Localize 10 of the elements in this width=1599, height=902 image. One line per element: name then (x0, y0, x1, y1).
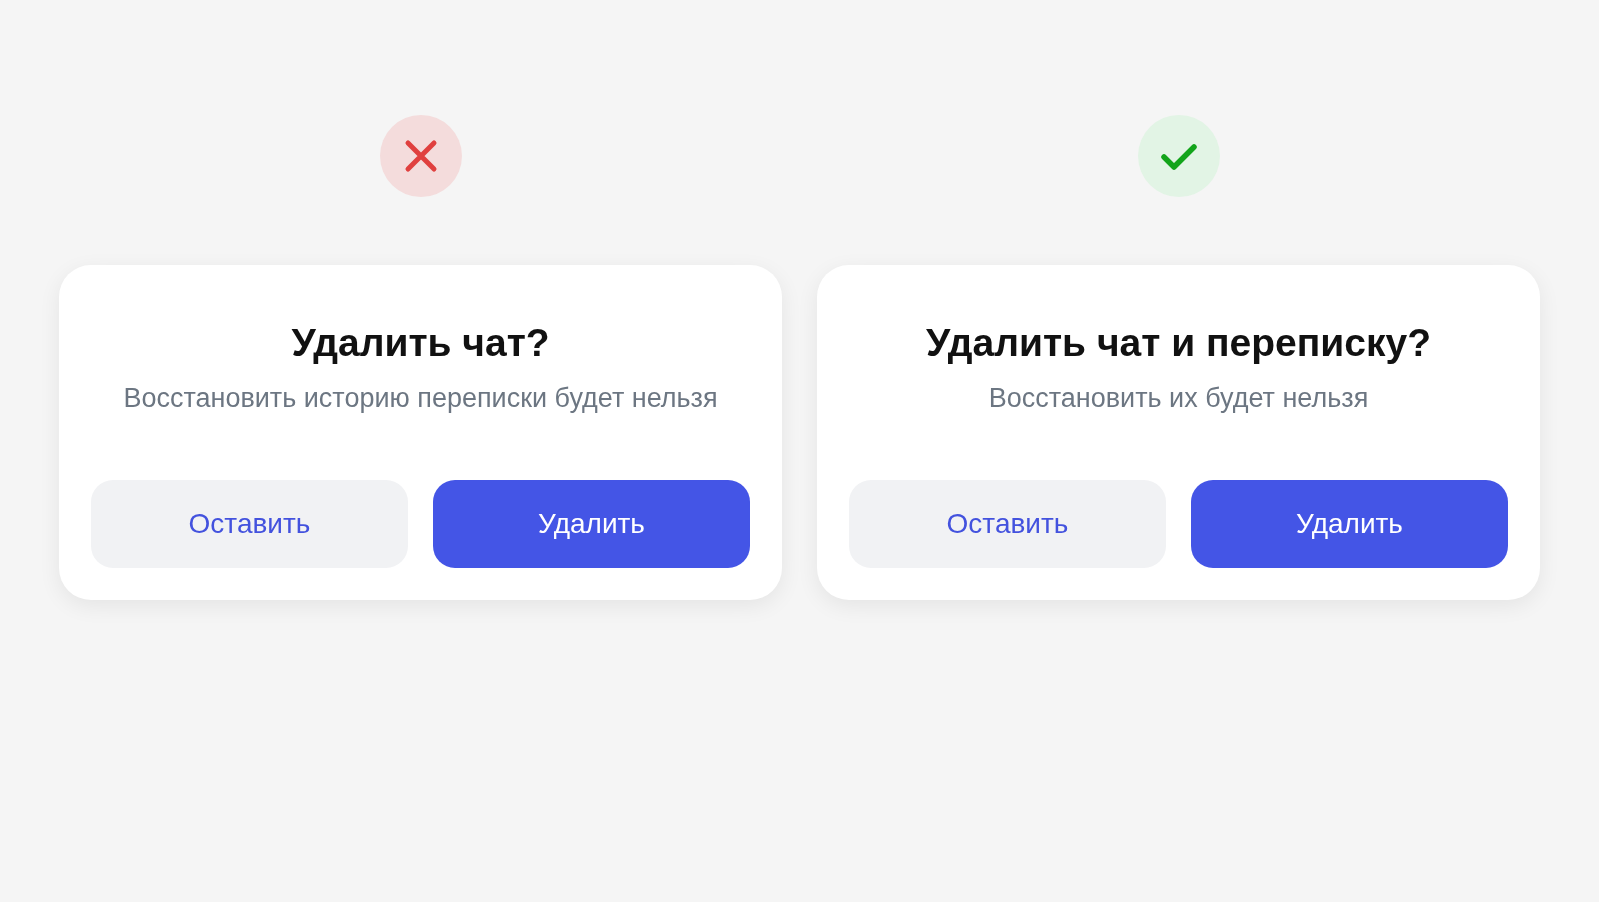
cross-icon (379, 115, 462, 197)
delete-button[interactable]: Удалить (433, 480, 750, 568)
dialog-message: Восстановить историю переписки будет нельзя (122, 382, 719, 415)
dialog-title: Удалить чат и переписку? (925, 320, 1432, 366)
check-icon (1137, 115, 1220, 197)
dialog-message: Восстановить их будет нельзя (987, 382, 1370, 415)
keep-button[interactable]: Оставить (849, 480, 1166, 568)
dialog-title: Удалить чат? (290, 320, 551, 366)
delete-button[interactable]: Удалить (1191, 480, 1508, 568)
keep-button[interactable]: Оставить (91, 480, 408, 568)
